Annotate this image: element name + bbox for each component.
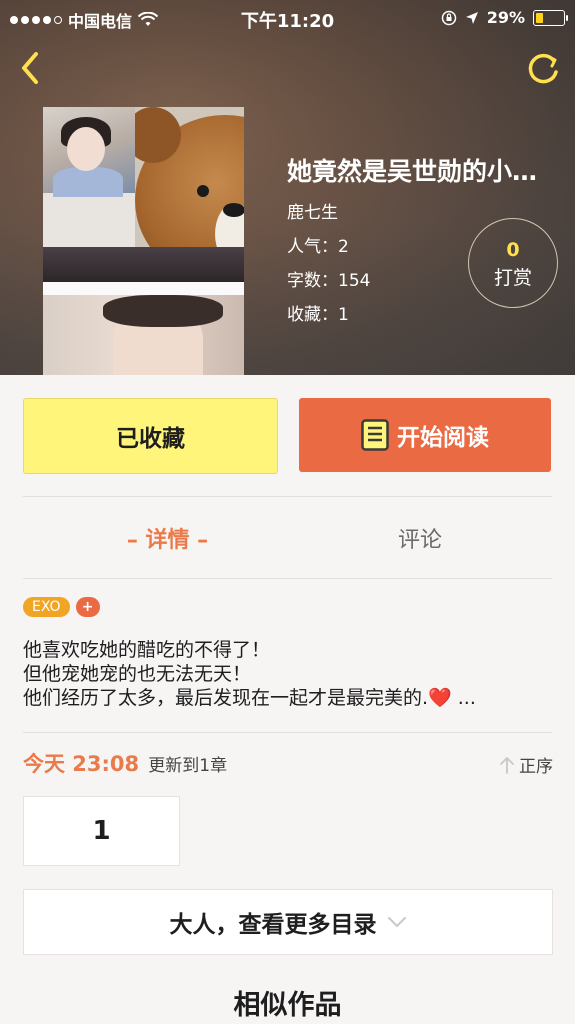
favorited-label: 已收藏 <box>116 426 185 452</box>
tag-list: EXO + <box>23 597 100 617</box>
book-author[interactable]: 鹿七生 <box>287 198 572 223</box>
update-time: 今天 23:08 <box>23 752 140 776</box>
orientation-lock-icon <box>441 10 456 25</box>
book-title: 她竟然是吴世勋的小… <box>287 157 538 186</box>
favorited-button[interactable]: 已收藏 <box>23 398 278 474</box>
update-info: 今天 23:08 更新到1章 正序 <box>23 748 553 778</box>
tag-exo[interactable]: EXO <box>23 597 70 617</box>
battery-icon <box>533 9 568 26</box>
tip-button[interactable]: 0 打赏 <box>468 218 558 308</box>
update-note: 更新到1章 <box>148 756 228 776</box>
status-bar: 中国电信 下午11:20 29% <box>0 0 575 34</box>
tab-comment[interactable]: 评论 <box>330 522 510 554</box>
sort-order-button[interactable]: 正序 <box>499 752 553 777</box>
battery-percentage: 29% <box>486 8 525 27</box>
sort-order-label: 正序 <box>519 757 553 777</box>
description-line: 他喜欢吃她的醋吃的不得了！ <box>23 639 271 661</box>
divider <box>23 578 552 579</box>
description-line: 他们经历了太多，最后发现在一起才是最完美的.❤️ ... <box>23 687 476 709</box>
similar-works-heading: 相似作品 <box>233 990 342 1021</box>
book-cover-image <box>43 107 244 375</box>
chevron-left-icon <box>22 52 38 84</box>
tab-bar: – 详情 – 评论 <box>0 498 575 578</box>
chevron-down-icon <box>387 917 406 928</box>
start-reading-label: 开始阅读 <box>397 425 489 451</box>
arrow-up-icon <box>500 756 514 774</box>
start-reading-button[interactable]: 开始阅读 <box>299 398 551 472</box>
add-tag-button[interactable]: + <box>75 597 100 617</box>
book-icon <box>361 419 389 451</box>
chapter-item[interactable]: 1 <box>23 796 180 866</box>
refresh-icon <box>528 53 558 84</box>
tip-count: 0 <box>506 239 520 261</box>
back-button[interactable] <box>14 48 48 88</box>
tab-detail[interactable]: – 详情 – <box>0 522 335 554</box>
tip-label: 打赏 <box>493 267 532 289</box>
heart-icon: ❤️ <box>428 687 452 709</box>
more-catalog-label: 大人，查看更多目录 <box>169 912 377 938</box>
book-description[interactable]: 他喜欢吃她的醋吃的不得了！ 但他宠她宠的也无法无天！ 他们经历了太多，最后发现在… <box>23 638 553 710</box>
more-catalog-button[interactable]: 大人，查看更多目录 <box>23 889 553 955</box>
location-arrow-icon <box>465 11 478 24</box>
description-line: 但他宠她宠的也无法无天！ <box>23 663 252 685</box>
divider <box>23 732 552 733</box>
refresh-button[interactable] <box>523 48 563 88</box>
divider <box>23 496 552 497</box>
chapter-number: 1 <box>92 816 111 846</box>
